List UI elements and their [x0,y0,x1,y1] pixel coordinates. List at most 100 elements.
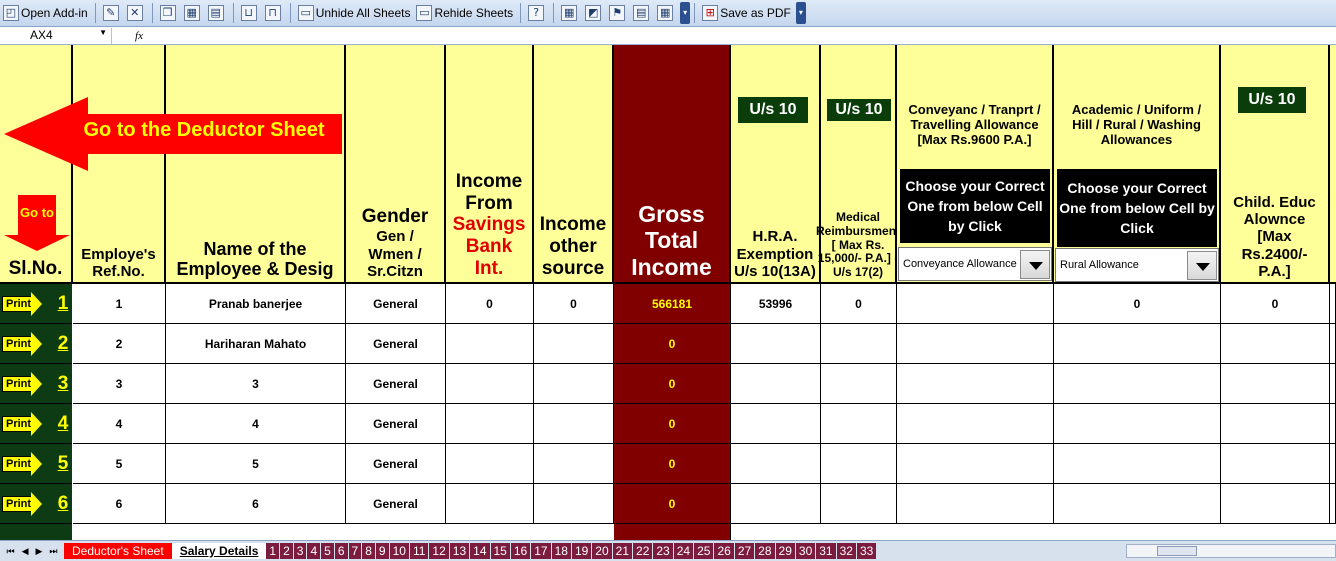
cell-medical[interactable] [821,404,897,444]
row-slno-link[interactable]: 3 [54,373,72,395]
table-button[interactable]: ▤ [205,2,229,24]
unhide-all-sheets-button[interactable]: ▭ Unhide All Sheets [295,2,414,24]
row-slno-link[interactable]: 5 [54,453,72,475]
scrollbar-thumb[interactable] [1157,546,1197,556]
cell-child[interactable] [1221,444,1330,484]
cell-savings[interactable] [446,324,534,364]
cell-savings[interactable] [446,444,534,484]
name-box[interactable]: AX4 ▼ [0,27,112,44]
open-addin-button[interactable]: ◰ Open Add-in [0,2,91,24]
cell-hra[interactable] [731,364,821,404]
spreadsheet-button[interactable]: ▦ [654,2,678,24]
tab-sheet-25[interactable]: 25 [694,543,715,559]
function-icon[interactable]: fx [112,30,166,42]
tab-sheet-29[interactable]: 29 [775,543,796,559]
cell-hra[interactable] [731,444,821,484]
row-slno-link[interactable]: 2 [54,333,72,355]
horizontal-scrollbar[interactable] [1126,544,1336,558]
edit-button[interactable]: ✎ [100,2,124,24]
print-button[interactable]: Print [2,371,42,396]
cell-gross[interactable]: 0 [614,364,731,404]
cell-edge[interactable] [1330,444,1336,484]
cell-gross[interactable]: 0 [614,484,731,524]
cell-gender[interactable]: General [346,484,446,524]
tab-sheet-14[interactable]: 14 [470,543,491,559]
cell-gender[interactable]: General [346,324,446,364]
row-slno-link[interactable]: 4 [54,413,72,435]
cell-medical[interactable] [821,484,897,524]
tab-sheet-16[interactable]: 16 [510,543,532,559]
tab-sheet-19[interactable]: 19 [571,543,593,559]
row-slno-link[interactable]: 6 [54,493,72,515]
goto-deductor-arrow[interactable]: Go to the Deductor Sheet [4,97,342,171]
cell-academic[interactable] [1054,484,1221,524]
rehide-sheets-button[interactable]: ▭ Rehide Sheets [413,2,516,24]
tab-sheet-5[interactable]: 5 [321,543,335,559]
tab-sheet-9[interactable]: 9 [375,543,390,559]
cell-academic[interactable] [1054,364,1221,404]
cell-ref[interactable]: 4 [73,404,166,444]
cell-other[interactable] [534,484,614,524]
cell-edge[interactable] [1330,364,1336,404]
formula-input[interactable] [166,28,1336,44]
cell-edge[interactable] [1330,484,1336,524]
tab-sheet-7[interactable]: 7 [348,543,363,559]
unlock-button[interactable]: ⊔ [238,2,262,24]
tab-sheet-31[interactable]: 31 [816,543,837,559]
tab-sheet-2[interactable]: 2 [280,543,294,559]
cell-ref[interactable]: 3 [73,364,166,404]
row-slno-link[interactable]: 1 [54,293,72,315]
tab-sheet-1[interactable]: 1 [266,543,281,559]
cell-ref[interactable]: 1 [73,284,166,324]
cell-child[interactable] [1221,364,1330,404]
print-button[interactable]: Print [2,491,42,516]
cell-savings[interactable] [446,484,534,524]
prev-sheet-icon[interactable]: ◀ [22,546,29,557]
print-button[interactable]: Print [2,331,42,356]
cell-hra[interactable] [731,484,821,524]
cell-name[interactable]: Hariharan Mahato [166,324,346,364]
cell-medical[interactable]: 0 [821,284,897,324]
help-button[interactable]: ? [525,2,549,24]
tab-sheet-33[interactable]: 33 [856,543,878,559]
academic-dropdown[interactable]: Rural Allowance [1055,248,1219,282]
tab-sheet-21[interactable]: 21 [612,543,634,559]
cell-academic[interactable] [1054,404,1221,444]
cell-edge[interactable] [1330,284,1336,324]
cell-name[interactable]: 5 [166,444,346,484]
tab-sheet-12[interactable]: 12 [429,543,450,559]
cell-savings[interactable]: 0 [446,284,534,324]
cell-medical[interactable] [821,364,897,404]
cell-hra[interactable]: 53996 [731,284,821,324]
cell-medical[interactable] [821,324,897,364]
cell-ref[interactable]: 2 [73,324,166,364]
tab-sheet-22[interactable]: 22 [633,543,654,559]
cell-name[interactable]: Pranab banerjee [166,284,346,324]
cell-academic[interactable] [1054,324,1221,364]
cell-academic[interactable] [1054,444,1221,484]
cell-child[interactable] [1221,324,1330,364]
toolbar-overflow-icon[interactable]: ▾ [795,2,806,24]
cell-hra[interactable] [731,404,821,444]
cell-edge[interactable] [1330,324,1336,364]
lock-button[interactable]: ⊓ [262,2,286,24]
chevron-down-icon[interactable]: ▼ [99,28,107,37]
cell-conveyance[interactable] [897,404,1054,444]
cell-conveyance[interactable] [897,444,1054,484]
tab-sheet-13[interactable]: 13 [449,543,471,559]
tab-sheet-24[interactable]: 24 [673,543,695,559]
tab-sheet-8[interactable]: 8 [362,543,376,559]
tab-sheet-3[interactable]: 3 [293,543,308,559]
cell-other[interactable] [534,364,614,404]
tab-sheet-4[interactable]: 4 [307,543,322,559]
tab-sheet-23[interactable]: 23 [653,543,674,559]
chevron-down-icon[interactable] [1187,251,1217,280]
cell-gender[interactable]: General [346,284,446,324]
cell-child[interactable]: 0 [1221,284,1330,324]
cell-name[interactable]: 4 [166,404,346,444]
cell-gender[interactable]: General [346,404,446,444]
cell-savings[interactable] [446,404,534,444]
chart-button[interactable]: ◩ [582,2,606,24]
cell-other[interactable] [534,404,614,444]
tab-sheet-10[interactable]: 10 [389,543,410,559]
